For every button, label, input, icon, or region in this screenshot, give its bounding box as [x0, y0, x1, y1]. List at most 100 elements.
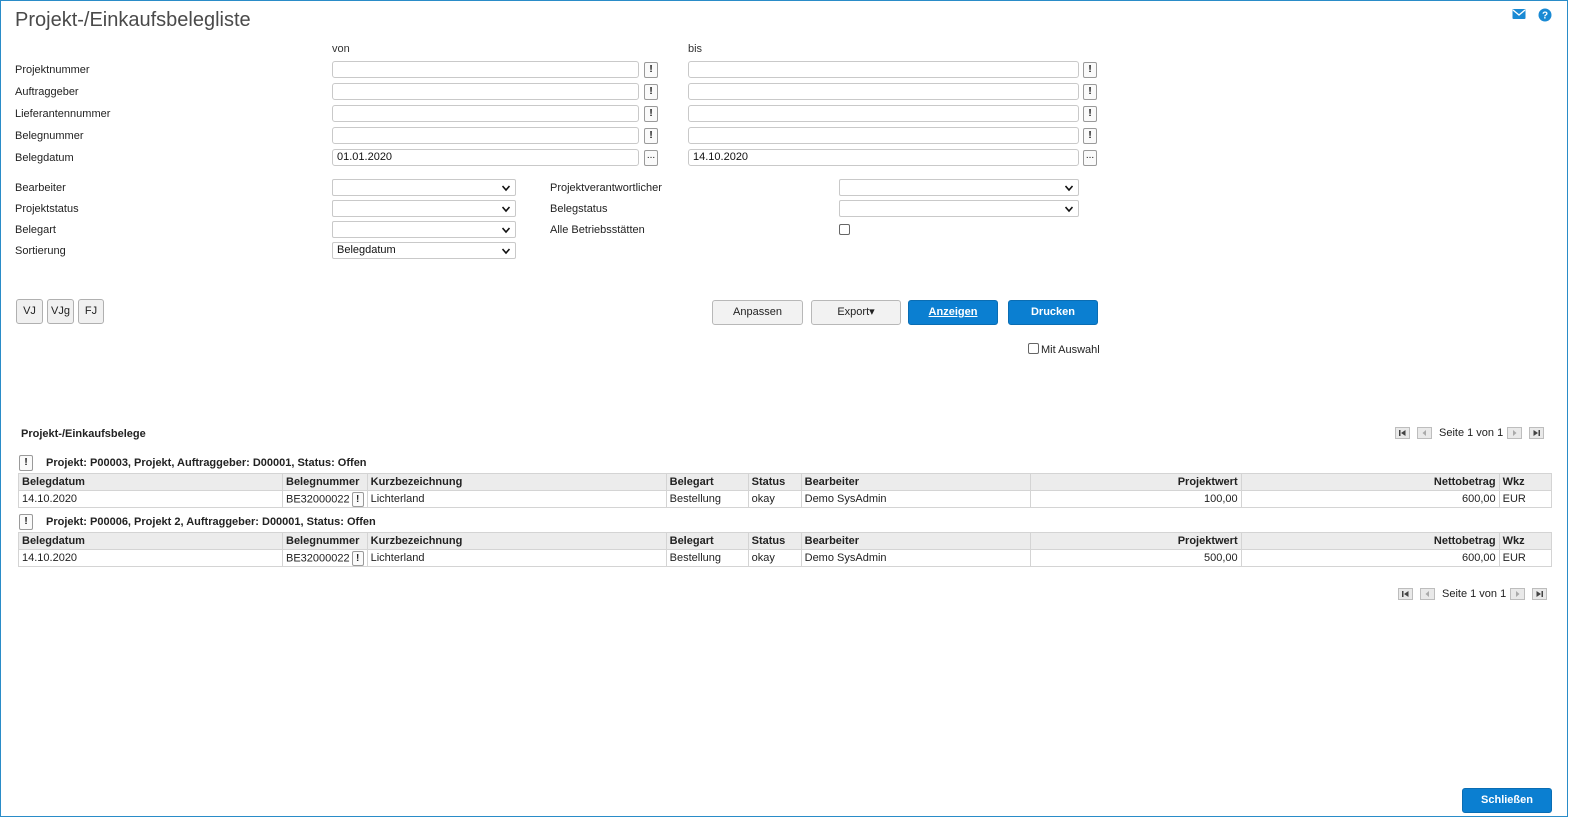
belegnummer-detail-button[interactable]: !: [351, 491, 364, 507]
belegdatum-to-input[interactable]: 14.10.2020: [688, 149, 1079, 166]
cell-belegart: Bestellung: [665, 549, 749, 567]
group-2-toggle-button[interactable]: !: [19, 514, 33, 530]
col-nettobetrag[interactable]: Nettobetrag: [1240, 532, 1500, 550]
cell-kurzbezeichnung: Lichterland: [366, 490, 667, 508]
table-row[interactable]: 14.10.2020 BE32000022! Lichterland Beste…: [18, 549, 1553, 567]
lieferantennummer-from-lookup-button[interactable]: !: [644, 106, 658, 122]
anzeigen-button[interactable]: Anzeigen: [908, 300, 998, 325]
cell-kurzbezeichnung: Lichterland: [366, 549, 667, 567]
col-belegnummer[interactable]: Belegnummer: [282, 473, 368, 491]
first-page-icon[interactable]: [1395, 427, 1410, 439]
col-status[interactable]: Status: [747, 532, 802, 550]
drucken-button-label: Drucken: [1030, 306, 1076, 318]
chevron-down-icon: [502, 185, 510, 192]
auftraggeber-to-lookup-button[interactable]: !: [1083, 84, 1097, 100]
mail-icon[interactable]: [1512, 8, 1526, 22]
last-page-icon[interactable]: [1529, 427, 1544, 439]
col-nettobetrag[interactable]: Nettobetrag: [1240, 473, 1500, 491]
projektverantwortlicher-select[interactable]: [839, 179, 1079, 196]
bearbeiter-select[interactable]: [332, 179, 516, 196]
pager-text: Seite 1 von 1: [1439, 427, 1504, 439]
lieferantennummer-to-input[interactable]: [688, 105, 1079, 122]
mit-auswahl-checkbox[interactable]: [1028, 343, 1039, 354]
bis-label: bis: [688, 43, 703, 55]
help-icon[interactable]: ?: [1538, 8, 1552, 22]
sortierung-select[interactable]: Belegdatum: [332, 242, 516, 259]
table-header-row: Belegdatum Belegnummer Kurzbezeichnung B…: [18, 473, 1553, 491]
belegnummer-from-lookup-button[interactable]: !: [644, 128, 658, 144]
prev-page-icon[interactable]: [1420, 588, 1435, 600]
lieferantennummer-to-lookup-button[interactable]: !: [1083, 106, 1097, 122]
cell-belegdatum: 14.10.2020: [18, 549, 283, 567]
col-belegart[interactable]: Belegart: [665, 473, 749, 491]
prev-page-icon[interactable]: [1417, 427, 1432, 439]
col-belegnummer[interactable]: Belegnummer: [282, 532, 368, 550]
belegstatus-label: Belegstatus: [550, 203, 608, 215]
col-kurzbezeichnung[interactable]: Kurzbezeichnung: [366, 473, 667, 491]
next-page-icon[interactable]: [1507, 427, 1522, 439]
col-projektwert[interactable]: Projektwert: [1029, 532, 1242, 550]
projektnummer-to-lookup-button[interactable]: !: [1083, 62, 1097, 78]
group-1-toggle-button[interactable]: !: [19, 455, 33, 471]
first-page-icon[interactable]: [1398, 588, 1413, 600]
cell-belegdatum: 14.10.2020: [18, 490, 283, 508]
auftraggeber-to-input[interactable]: [688, 83, 1079, 100]
col-kurzbezeichnung[interactable]: Kurzbezeichnung: [366, 532, 667, 550]
belegdatum-to-calendar-button[interactable]: ...: [1083, 150, 1097, 166]
cell-nettobetrag: 600,00: [1240, 490, 1500, 508]
drucken-button[interactable]: Drucken: [1008, 300, 1098, 325]
col-belegdatum[interactable]: Belegdatum: [18, 473, 283, 491]
alle-betriebsstaetten-checkbox[interactable]: [839, 224, 850, 235]
belegnummer-to-input[interactable]: [688, 127, 1079, 144]
projektstatus-label: Projektstatus: [15, 203, 79, 215]
belegnummer-to-lookup-button[interactable]: !: [1083, 128, 1097, 144]
belegnummer-label: Belegnummer: [15, 130, 84, 142]
lieferantennummer-from-input[interactable]: [332, 105, 639, 122]
vjg-button[interactable]: VJg: [47, 299, 74, 324]
table-row[interactable]: 14.10.2020 BE32000022! Lichterland Beste…: [18, 490, 1553, 508]
window-frame: [0, 0, 1568, 817]
sortierung-label: Sortierung: [15, 245, 66, 257]
belegdatum-from-input[interactable]: 01.01.2020: [332, 149, 639, 166]
cell-status: okay: [747, 490, 802, 508]
belegdatum-from-calendar-button[interactable]: ...: [644, 150, 658, 166]
projektnummer-label: Projektnummer: [15, 64, 90, 76]
pager-text: Seite 1 von 1: [1442, 588, 1507, 600]
svg-text:?: ?: [1542, 11, 1548, 22]
mit-auswahl-label: Mit Auswahl: [1041, 344, 1100, 356]
vj-button[interactable]: VJ: [16, 299, 43, 324]
table-header-row: Belegdatum Belegnummer Kurzbezeichnung B…: [18, 532, 1553, 550]
close-button[interactable]: Schließen: [1462, 788, 1552, 813]
belegart-select[interactable]: [332, 221, 516, 238]
last-page-icon[interactable]: [1532, 588, 1547, 600]
col-belegdatum[interactable]: Belegdatum: [18, 532, 283, 550]
belegstatus-select[interactable]: [839, 200, 1079, 217]
col-projektwert[interactable]: Projektwert: [1029, 473, 1242, 491]
auftraggeber-from-lookup-button[interactable]: !: [644, 84, 658, 100]
cell-belegnummer: BE32000022!: [282, 549, 368, 567]
col-bearbeiter[interactable]: Bearbeiter: [800, 532, 1031, 550]
fj-button[interactable]: FJ: [78, 299, 104, 324]
cell-bearbeiter: Demo SysAdmin: [800, 490, 1031, 508]
next-page-icon[interactable]: [1510, 588, 1525, 600]
col-belegart[interactable]: Belegart: [665, 532, 749, 550]
col-status[interactable]: Status: [747, 473, 802, 491]
cell-belegnummer: BE32000022!: [282, 490, 368, 508]
belegnummer-detail-button[interactable]: !: [351, 550, 364, 566]
projektnummer-from-input[interactable]: [332, 61, 639, 78]
bearbeiter-label: Bearbeiter: [15, 182, 66, 194]
col-wkz[interactable]: Wkz: [1498, 532, 1553, 550]
group-header: Projekt: P00003, Projekt, Auftraggeber: …: [46, 457, 367, 469]
chevron-down-icon: [502, 248, 510, 255]
projektnummer-to-input[interactable]: [688, 61, 1079, 78]
export-button[interactable]: Export▾: [811, 300, 901, 325]
cell-wkz: EUR: [1498, 490, 1553, 508]
belegnummer-from-input[interactable]: [332, 127, 639, 144]
col-bearbeiter[interactable]: Bearbeiter: [800, 473, 1031, 491]
col-wkz[interactable]: Wkz: [1498, 473, 1553, 491]
auftraggeber-from-input[interactable]: [332, 83, 639, 100]
von-label: von: [332, 43, 350, 55]
anpassen-button[interactable]: Anpassen: [712, 300, 803, 325]
projektstatus-select[interactable]: [332, 200, 516, 217]
projektnummer-from-lookup-button[interactable]: !: [644, 62, 658, 78]
